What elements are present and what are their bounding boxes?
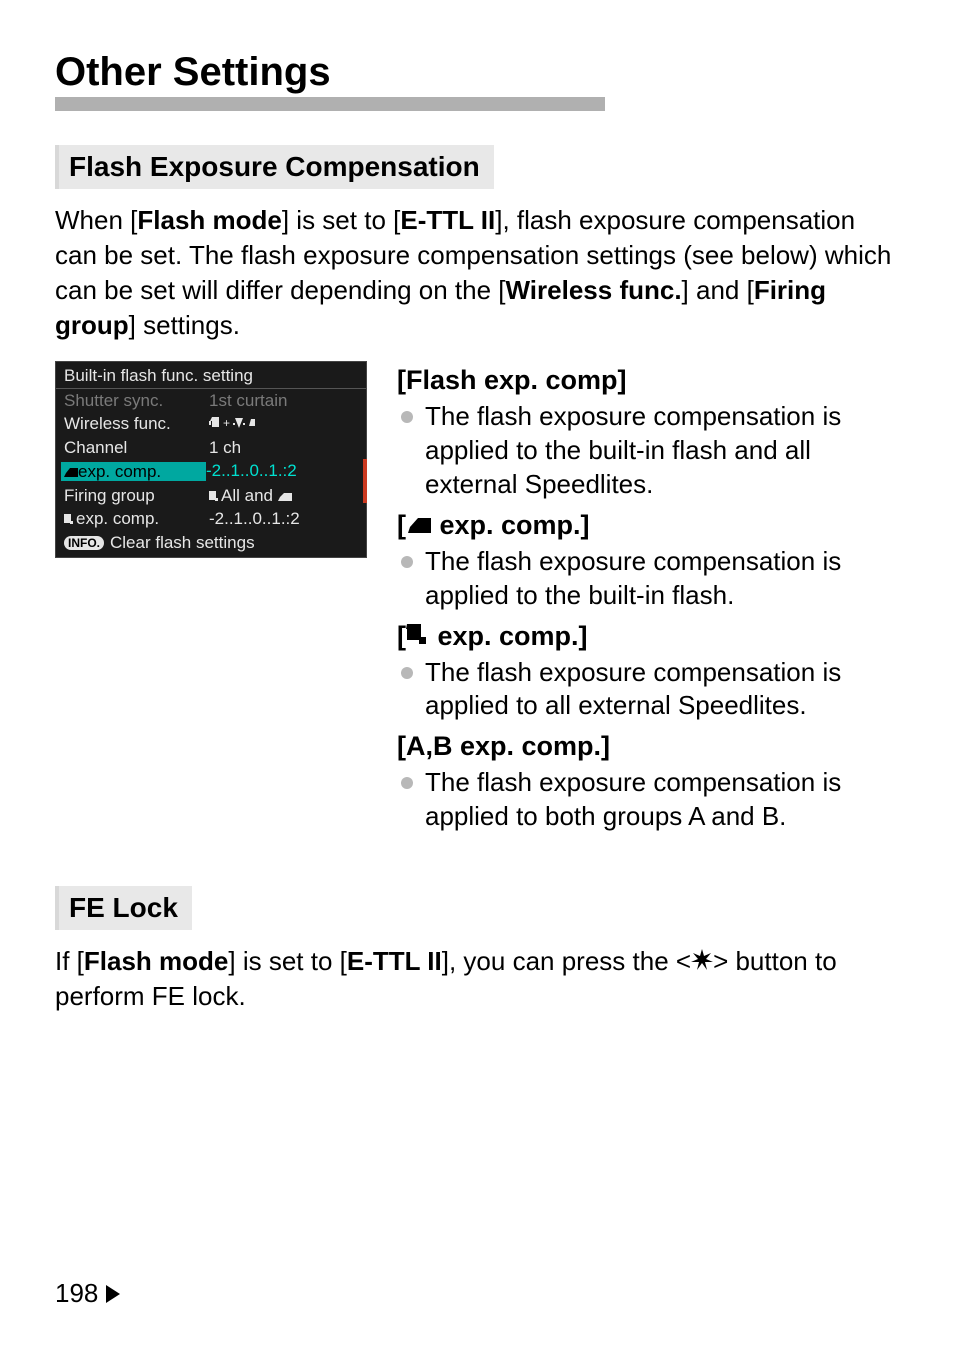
text: If [ [55,946,84,976]
lcd-row-speedlite-exp-comp: exp. comp. -2..1..0..1.:2 [56,507,366,530]
text: [ [397,621,406,651]
bold: Flash mode [84,946,228,976]
builtin-flash-icon [64,466,78,479]
lcd-label: exp. comp. [61,462,206,481]
bold: Flash mode [137,205,281,235]
lcd-label: Wireless func. [64,415,209,433]
svg-text:+: + [223,416,230,430]
bullet-text: The flash exposure compensation is appli… [425,545,899,613]
section-fe-lock: FE Lock If [Flash mode] is set to [E-TTL… [55,886,899,1014]
subhead-ab-exp-comp: [A,B exp. comp.] [397,729,899,764]
page-number: 198 [55,1278,98,1309]
lcd-row-channel: Channel 1 ch [56,436,366,459]
text: ] settings. [129,310,240,340]
fe-lock-paragraph: If [Flash mode] is set to [E-TTL II], yo… [55,944,899,1014]
bullet-text: The flash exposure compensation is appli… [425,766,899,834]
bullet-text: The flash exposure compensation is appli… [425,656,899,724]
bullet-item: The flash exposure compensation is appli… [397,656,899,724]
bold: E-TTL II [347,946,442,976]
bullet-icon [401,411,413,423]
speedlite-icon [406,623,430,647]
lcd-panel: Built-in flash func. setting Shutter syn… [55,361,367,558]
builtin-flash-icon [278,491,292,503]
text: exp. comp.] [430,621,588,651]
lcd-value: -2..1..0..1.:2 [206,462,358,481]
speedlite-icon [209,491,221,503]
section-header: FE Lock [55,886,192,930]
text: ] is set to [ [282,205,401,235]
text: exp. comp. [76,509,159,528]
text: exp. comp. [78,462,161,481]
lcd-footer-text: Clear flash settings [110,534,255,551]
lcd-value: -2..1..0..1.:2 [209,510,358,527]
text: ] is set to [ [228,946,347,976]
page-title: Other Settings [55,50,349,95]
wireless-combo-icon: + [209,415,358,433]
bullet-item: The flash exposure compensation is appli… [397,766,899,834]
bold: E-TTL II [400,205,495,235]
lcd-footer: INFO. Clear flash settings [56,530,366,557]
intro-paragraph: When [Flash mode] is set to [E-TTL II], … [55,203,899,343]
speedlite-icon [64,514,76,526]
page-arrow-icon [106,1285,120,1303]
bullet-item: The flash exposure compensation is appli… [397,545,899,613]
lcd-label: Shutter sync. [64,392,209,409]
lcd-row-wireless: Wireless func. + [56,412,366,436]
text: ], you can press the < [442,946,691,976]
camera-lcd-screenshot: Built-in flash func. setting Shutter syn… [55,361,367,558]
subhead-speedlite-exp-comp: [ exp. comp.] [397,619,899,654]
scroll-indicator [363,459,367,503]
lcd-value: 1st curtain [209,392,358,409]
lcd-row-firing-group: Firing group All and [56,484,366,507]
builtin-flash-icon [406,514,432,536]
title-rule [55,97,605,111]
two-column-layout: Built-in flash func. setting Shutter syn… [55,361,899,840]
lcd-label: Firing group [64,487,209,504]
bullet-icon [401,667,413,679]
text: exp. comp.] [432,510,590,540]
text: When [ [55,205,137,235]
bullet-icon [401,777,413,789]
star-button-icon [691,948,713,972]
section-header: Flash Exposure Compensation [55,145,494,189]
lcd-label: Channel [64,439,209,456]
section-flash-exposure: Flash Exposure Compensation When [Flash … [55,145,899,840]
page-title-row: Other Settings [55,50,899,113]
subhead-builtin-exp-comp: [ exp. comp.] [397,508,899,543]
bullet-text: The flash exposure compensation is appli… [425,400,899,501]
lcd-row-exp-comp-highlighted: exp. comp. -2..1..0..1.:2 [56,459,366,484]
text: All and [221,486,273,505]
text: ] and [ [682,275,754,305]
text: [ [397,510,406,540]
lcd-title: Built-in flash func. setting [56,362,366,389]
lcd-label: exp. comp. [64,510,209,527]
bullet-item: The flash exposure compensation is appli… [397,400,899,501]
bullet-icon [401,556,413,568]
subhead-flash-exp-comp: [Flash exp. comp] [397,363,899,398]
lcd-value: 1 ch [209,439,358,456]
right-column: [Flash exp. comp] The flash exposure com… [397,361,899,840]
info-badge: INFO. [64,536,104,550]
lcd-row-shutter-sync: Shutter sync. 1st curtain [56,389,366,412]
bold: Wireless func. [506,275,682,305]
lcd-value: All and [209,487,358,504]
page-number-row: 198 [55,1278,120,1309]
